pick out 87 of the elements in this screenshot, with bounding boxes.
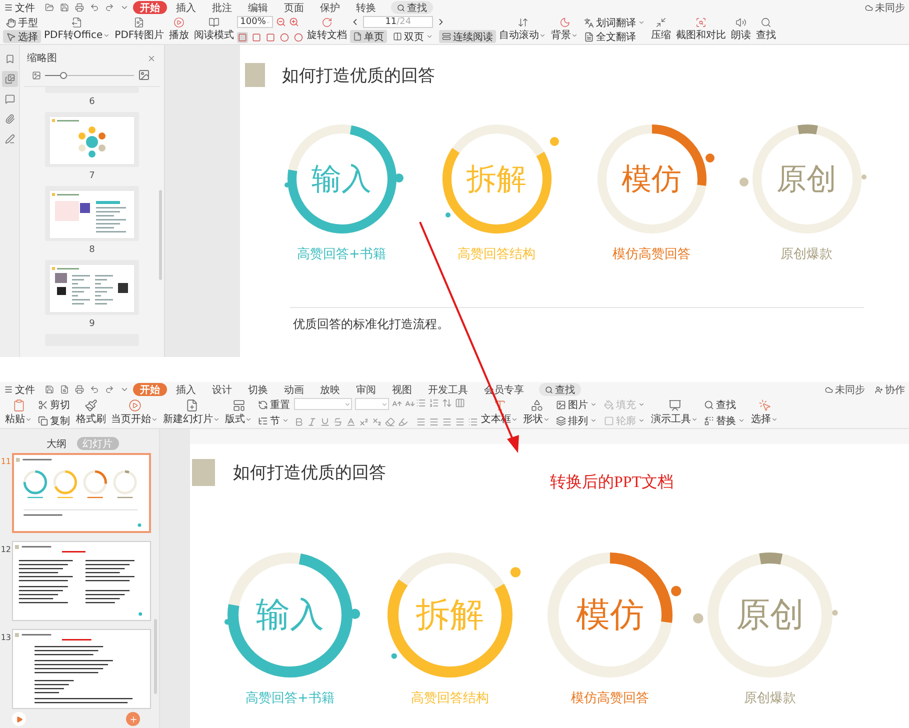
slide-number: 12 [0,544,12,554]
page-number: 7 [89,171,95,181]
menu-tab[interactable]: 切换 [241,383,275,396]
toolbar-button[interactable]: 压缩 [649,16,674,43]
toolbar-button[interactable]: 形状 [521,398,552,427]
toolbar-button[interactable]: 自动滚动 [497,16,548,43]
toolbar-button[interactable]: 版式 [223,398,254,427]
toolbar-button[interactable]: 旋转文档 [305,16,350,43]
slide-title: 如何打造优质的回答 [233,462,386,484]
menu-tab[interactable]: 转换 [349,1,383,14]
step-caption: 高赞回答结构 [458,246,536,263]
step-title: 原创 [776,160,836,198]
menu-tab[interactable]: 设计 [205,383,239,396]
view-button[interactable]: 双页 [390,30,436,43]
toolbar-button[interactable]: 阅读模式 [192,16,236,43]
panel-tab[interactable]: 大纲 [40,437,72,450]
file-menu[interactable]: 文件 [15,0,41,14]
step-caption: 模仿高赞回答 [571,690,649,707]
menu-tab[interactable]: 插入 [169,383,203,396]
toolbar-button[interactable]: 选择 [3,30,41,43]
toolbar-button[interactable]: 选择 [749,398,780,427]
search-button[interactable]: 查找 [539,383,581,396]
search-button[interactable]: 查找 [391,1,433,14]
toolbar-button[interactable]: 查找 [754,16,778,43]
page-number: 9 [89,319,95,329]
menu-tab[interactable]: 审阅 [349,383,383,396]
step-caption: 高赞回答+书籍 [297,246,386,263]
menu-tab[interactable]: 视图 [385,383,419,396]
step-caption: 模仿高赞回答 [612,246,690,263]
step-title: 模仿 [622,160,682,198]
toolbar-button[interactable]: PDF转Office [42,16,112,43]
toolbar-button[interactable]: 全文翻译 [581,30,648,43]
view-button[interactable]: 单页 [350,30,388,43]
view-button[interactable]: 连续阅读 [439,30,496,43]
page-number: 8 [89,245,95,255]
step-caption: 高赞回答结构 [411,690,489,707]
toolbar-button[interactable]: 节 [255,414,293,427]
menu-tab[interactable]: 开始 [133,1,167,14]
toolbar-button[interactable]: 剪切 [35,398,73,411]
toolbar-button[interactable]: 粘贴 [3,398,34,427]
zoom-field[interactable]: 100% [237,16,274,28]
step-title: 模仿 [576,594,644,637]
toolbar-button[interactable]: 排列 [553,414,600,427]
toolbar-button[interactable]: 图片 [553,398,600,411]
toolbar-button[interactable]: 背景 [549,16,580,43]
toolbar-button[interactable]: 播放 [167,16,192,43]
step-title: 输入 [312,160,372,198]
sync-status[interactable]: 未同步 [865,0,905,14]
page-number: 6 [89,97,95,107]
menu-tab[interactable]: 保护 [313,1,347,14]
toolbar-button[interactable]: 替换 [701,414,748,427]
step-caption: 原创爆款 [744,690,796,707]
toolbar-button[interactable]: 截图和对比 [674,16,728,43]
toolbar-button[interactable]: 朗读 [729,16,754,43]
toolbar-button[interactable]: PDF转图片 [112,16,166,43]
slide-number: 11 [0,456,12,466]
slide-number: 13 [0,632,12,642]
step-title: 拆解 [466,160,526,198]
page-field[interactable]: 11/24 [363,16,434,28]
step-title: 输入 [256,594,324,637]
toolbar-button[interactable]: 演示工具 [649,398,700,427]
step-caption: 高赞回答+书籍 [246,690,334,707]
menu-tab[interactable]: 插入 [169,1,203,14]
menu-tab[interactable]: 批注 [205,1,239,14]
menu-tab[interactable]: 页面 [277,1,311,14]
toolbar-button[interactable]: 当页开始 [109,398,160,427]
menu-tab[interactable]: 开发工具 [421,383,475,396]
menu-tab[interactable]: 放映 [313,383,347,396]
step-caption: 原创爆款 [780,246,832,263]
toolbar-button[interactable]: 划词翻译 [581,16,648,29]
toolbar-button[interactable]: 查找 [701,398,748,411]
toolbar-button[interactable]: 格式刷 [74,398,108,427]
annotation-text: 转换后的PPT文档 [550,472,674,493]
collab-button[interactable]: 协作 [875,382,905,396]
panel-title: 缩略图 [27,52,57,65]
toolbar-button[interactable]: 新建幻灯片 [161,398,222,427]
toolbar-button[interactable]: 复制 [35,414,73,427]
menu-tab[interactable]: 动画 [277,383,311,396]
page-title: 如何打造优质的回答 [282,64,435,86]
step-title: 拆解 [416,594,484,637]
toolbar-button[interactable]: 重置 [255,398,293,411]
step-title: 原创 [736,594,804,637]
page-caption: 优质回答的标准化打造流程。 [293,316,450,333]
toolbar-button[interactable]: 手型 [3,16,41,29]
menu-tab[interactable]: 编辑 [241,1,275,14]
file-menu[interactable]: 文件 [15,382,41,396]
sync-status[interactable]: 未同步 [825,382,865,396]
